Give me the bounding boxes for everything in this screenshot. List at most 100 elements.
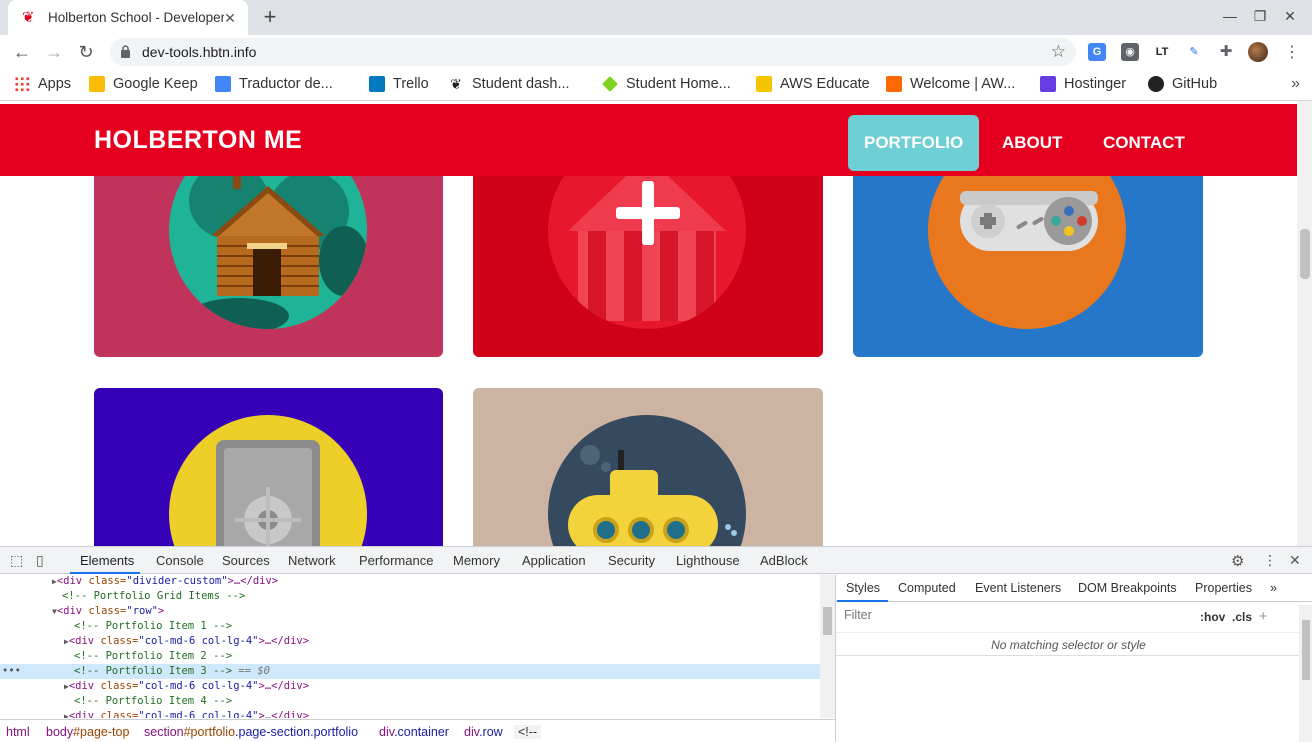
tab-application[interactable]: Application (522, 553, 586, 568)
dom-node[interactable]: ▶<div class="divider-custom">…</div> (0, 574, 820, 589)
bookmark-apps[interactable]: Apps (14, 76, 71, 92)
nav-about[interactable]: ABOUT (986, 115, 1078, 171)
keep-extension-icon[interactable]: ◉ (1121, 43, 1139, 61)
plus-overlay-icon (616, 181, 680, 245)
safe-illustration (169, 415, 367, 546)
bookmark-github[interactable]: GitHub (1148, 76, 1217, 92)
tab-event-listeners[interactable]: Event Listeners (975, 581, 1061, 595)
dom-scrollbar[interactable] (820, 575, 835, 718)
dom-comment[interactable]: <!-- Portfolio Grid Items --> (0, 589, 820, 604)
crumb-section[interactable]: section#portfolio.page-section.portfolio (144, 725, 358, 739)
bookmark-student-dash[interactable]: ❦ Student dash... (448, 76, 569, 92)
back-arrow-icon[interactable]: ← (10, 40, 34, 64)
crumb-body[interactable]: body#page-top (46, 725, 129, 739)
dom-comment[interactable]: <!-- Portfolio Item 2 --> (0, 649, 820, 664)
devtools-menu-icon[interactable]: ⋮ (1263, 552, 1277, 569)
dom-comment[interactable]: <!-- Portfolio Item 1 --> (0, 619, 820, 634)
dom-node[interactable]: ▶<div class="col-md-6 col-lg-4">…</div> (0, 709, 820, 718)
page-scrollbar-thumb[interactable] (1300, 229, 1310, 279)
portfolio-item-controller[interactable] (853, 148, 1203, 357)
browser-tab[interactable]: ❦ Holberton School - Developer ✕ (8, 0, 248, 35)
reload-icon[interactable]: ↻ (74, 40, 98, 64)
tab-performance[interactable]: Performance (359, 553, 433, 568)
crumb-container[interactable]: div.container (379, 725, 449, 739)
tab-title: Holberton School - Developer (48, 10, 224, 25)
crumb-html[interactable]: html (6, 725, 30, 739)
tab-sources[interactable]: Sources (222, 553, 270, 568)
forward-arrow-icon[interactable]: → (42, 40, 66, 64)
portfolio-item-circus[interactable] (473, 148, 823, 357)
tab-computed[interactable]: Computed (898, 581, 956, 595)
dom-comment-selected[interactable]: ••• <!-- Portfolio Item 3 --> == $0 (0, 664, 820, 679)
more-tabs-icon[interactable]: » (1270, 581, 1277, 595)
nav-portfolio[interactable]: PORTFOLIO (848, 115, 980, 171)
bookmark-label: Google Keep (113, 76, 198, 92)
bookmarks-bar: Apps Google Keep Traductor de... Trello … (0, 69, 1312, 101)
close-devtools-icon[interactable]: ✕ (1289, 552, 1301, 569)
minimize-icon[interactable]: — (1220, 8, 1240, 24)
tab-memory[interactable]: Memory (453, 553, 500, 568)
bookmark-star-icon[interactable]: ☆ (1051, 42, 1066, 62)
device-toolbar-icon[interactable]: ▯ (36, 552, 44, 569)
browser-menu-icon[interactable]: ⋮ (1284, 42, 1300, 62)
tab-properties[interactable]: Properties (1195, 581, 1252, 595)
dom-scrollbar-thumb[interactable] (823, 607, 832, 635)
hov-toggle-button[interactable]: :hov (1200, 610, 1225, 624)
tab-elements[interactable]: Elements (80, 553, 134, 568)
tab-dom-breakpoints[interactable]: DOM Breakpoints (1078, 581, 1177, 595)
settings-gear-icon[interactable]: ⚙ (1231, 552, 1244, 570)
site-brand[interactable]: HOLBERTON ME (94, 126, 302, 155)
dom-node[interactable]: ▶<div class="col-md-6 col-lg-4">…</div> (0, 679, 820, 694)
new-tab-button[interactable]: + (258, 6, 282, 30)
tab-console[interactable]: Console (156, 553, 204, 568)
new-style-rule-icon[interactable]: + (1259, 608, 1268, 625)
github-icon (1148, 76, 1164, 92)
bookmark-label: GitHub (1172, 76, 1218, 92)
holberton-favicon-icon: ❦ (22, 8, 35, 26)
bookmark-traductor[interactable]: Traductor de... (215, 76, 333, 92)
tab-network[interactable]: Network (288, 553, 336, 568)
dom-node[interactable]: ▶<div class="col-md-6 col-lg-4">…</div> (0, 634, 820, 649)
portfolio-item-submarine[interactable] (473, 388, 823, 546)
nav-contact[interactable]: CONTACT (1087, 115, 1201, 171)
tab-security[interactable]: Security (608, 553, 655, 568)
translate-extension-icon[interactable]: G (1088, 43, 1106, 61)
node-actions-icon[interactable]: ••• (2, 664, 21, 679)
crumb-comment[interactable]: <!-- (514, 725, 542, 739)
crumb-row[interactable]: div.row (464, 725, 503, 739)
tab-styles[interactable]: Styles (846, 581, 880, 595)
portfolio-item-cabin[interactable] (94, 148, 443, 357)
styles-scrollbar-thumb[interactable] (1302, 620, 1310, 680)
close-tab-icon[interactable]: ✕ (222, 10, 238, 26)
bookmark-student-home[interactable]: Student Home... (602, 76, 731, 92)
portfolio-item-safe[interactable] (94, 388, 443, 546)
extensions-puzzle-icon[interactable]: ✚ (1217, 43, 1235, 61)
languagetool-extension-icon[interactable]: LT (1153, 43, 1171, 61)
restore-icon[interactable]: ❐ (1250, 8, 1270, 25)
address-bar[interactable]: dev-tools.hbtn.info ☆ (110, 38, 1076, 66)
lock-icon (121, 45, 130, 58)
bookmark-google-keep[interactable]: Google Keep (89, 76, 198, 92)
bookmark-welcome-aws[interactable]: Welcome | AW... (886, 76, 1015, 92)
inspect-element-icon[interactable]: ⬚ (10, 552, 23, 569)
trello-icon (369, 76, 385, 92)
close-window-icon[interactable]: ✕ (1280, 8, 1300, 25)
styles-filter-input[interactable]: Filter (844, 608, 872, 622)
profile-avatar[interactable] (1248, 42, 1268, 62)
page-scrollbar[interactable] (1297, 101, 1312, 546)
dom-node[interactable]: ▼<div class="row"> (0, 604, 820, 619)
bookmark-trello[interactable]: Trello (369, 76, 429, 92)
no-match-message: No matching selector or style (836, 632, 1301, 656)
dom-comment[interactable]: <!-- Portfolio Item 4 --> (0, 694, 820, 709)
translate-icon (215, 76, 231, 92)
bookmark-hostinger[interactable]: Hostinger (1040, 76, 1126, 92)
bookmark-aws-educate[interactable]: AWS Educate (756, 76, 870, 92)
tab-lighthouse[interactable]: Lighthouse (676, 553, 740, 568)
cls-toggle-button[interactable]: .cls (1232, 610, 1252, 624)
url-text: dev-tools.hbtn.info (142, 44, 257, 60)
more-bookmarks-icon[interactable]: » (1291, 75, 1300, 93)
page-viewport: HOLBERTON ME PORTFOLIO ABOUT CONTACT (0, 101, 1312, 546)
styles-tab-bar: Styles Computed Event Listeners DOM Brea… (836, 575, 1312, 602)
tab-adblock[interactable]: AdBlock (760, 553, 808, 568)
highlighter-extension-icon[interactable]: ✎ (1185, 43, 1203, 61)
